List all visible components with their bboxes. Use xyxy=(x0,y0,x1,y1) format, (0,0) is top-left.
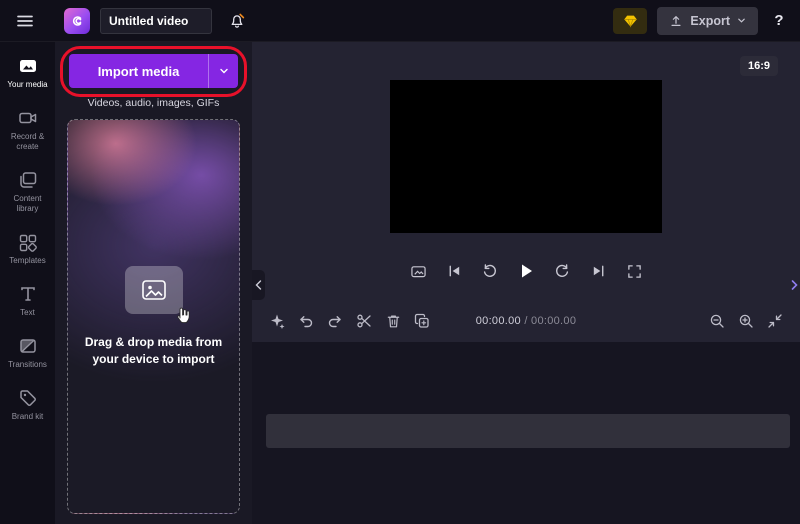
gem-icon xyxy=(623,14,638,28)
forward-1s-button[interactable] xyxy=(551,260,573,282)
upgrade-premium-button[interactable] xyxy=(613,8,647,34)
collapse-arrows-icon xyxy=(767,313,783,329)
sidebar-label: Templates xyxy=(9,256,45,266)
import-media-button[interactable]: Import media xyxy=(69,54,238,88)
delete-button[interactable] xyxy=(382,310,404,332)
content-library-icon xyxy=(17,170,39,190)
undo-button[interactable] xyxy=(295,310,317,332)
top-bar: Export ? xyxy=(0,0,800,42)
export-button[interactable]: Export xyxy=(657,7,758,35)
chevron-right-icon xyxy=(791,280,798,290)
hand-cursor-icon xyxy=(173,304,193,326)
brand-kit-icon xyxy=(17,388,39,408)
zoom-out-button[interactable] xyxy=(706,310,728,332)
timeline-toolbar: 00:00.00 / 00:00.00 xyxy=(252,300,800,342)
snapshot-icon xyxy=(410,264,427,279)
magic-tools-button[interactable] xyxy=(266,310,288,332)
skip-to-start-button[interactable] xyxy=(443,260,465,282)
total-time: / 00:00.00 xyxy=(524,315,576,327)
bell-off-icon xyxy=(228,12,246,30)
sidebar-item-brand-kit[interactable]: Brand kit xyxy=(0,380,55,430)
rewind-arrow-icon xyxy=(482,263,498,279)
sidebar-label: Content library xyxy=(3,194,53,214)
clipchamp-logo xyxy=(64,8,90,34)
scissors-icon xyxy=(356,313,372,329)
zoom-in-button[interactable] xyxy=(735,310,757,332)
sidebar-label: Brand kit xyxy=(12,412,44,422)
zoom-out-icon xyxy=(709,313,725,329)
hamburger-icon xyxy=(16,12,34,30)
media-dropzone[interactable]: Drag & drop media from your device to im… xyxy=(67,119,240,514)
skip-back-icon xyxy=(447,264,462,278)
project-title-input[interactable] xyxy=(100,8,212,34)
notifications-off-button[interactable] xyxy=(222,6,252,36)
sidebar-item-transitions[interactable]: Transitions xyxy=(0,328,55,378)
image-icon xyxy=(141,278,167,302)
duplicate-icon xyxy=(414,313,430,329)
timeline-timecode: 00:00.00 / 00:00.00 xyxy=(476,315,577,327)
chevron-down-icon xyxy=(737,16,746,25)
sidebar-label: Record & create xyxy=(3,132,53,152)
skip-forward-icon xyxy=(591,264,606,278)
templates-icon xyxy=(17,232,39,252)
play-button[interactable] xyxy=(515,260,537,282)
transitions-icon xyxy=(17,336,39,356)
undo-icon xyxy=(298,314,314,328)
duplicate-button[interactable] xyxy=(411,310,433,332)
snapshot-button[interactable] xyxy=(407,260,429,282)
dropzone-image-thumb xyxy=(125,266,183,314)
play-icon xyxy=(517,262,535,280)
clipchamp-editor: Export ? Your media Record & create xyxy=(0,0,800,524)
import-media-label: Import media xyxy=(69,64,208,79)
playback-controls xyxy=(252,260,800,282)
sidebar-item-templates[interactable]: Templates xyxy=(0,224,55,274)
text-icon xyxy=(17,284,39,304)
sidebar-label: Your media xyxy=(7,80,47,90)
chevron-down-icon xyxy=(219,66,229,76)
chevron-left-icon xyxy=(255,280,262,290)
your-media-icon xyxy=(17,56,39,76)
zoom-fit-button[interactable] xyxy=(764,310,786,332)
editor-stage: 16:9 xyxy=(252,42,800,524)
sidebar-item-content-library[interactable]: Content library xyxy=(0,162,55,222)
export-button-label: Export xyxy=(690,14,730,28)
split-button[interactable] xyxy=(353,310,375,332)
fullscreen-icon xyxy=(627,264,642,279)
timeline-tracks[interactable] xyxy=(252,342,800,524)
redo-button[interactable] xyxy=(324,310,346,332)
skip-to-end-button[interactable] xyxy=(587,260,609,282)
record-create-icon xyxy=(17,108,39,128)
trash-icon xyxy=(386,313,401,329)
dropzone-instruction: Drag & drop media from your device to im… xyxy=(79,334,229,366)
sidebar-item-text[interactable]: Text xyxy=(0,276,55,326)
empty-timeline-track[interactable] xyxy=(266,414,790,448)
fullscreen-button[interactable] xyxy=(623,260,645,282)
collapse-panel-button[interactable] xyxy=(252,270,265,300)
redo-icon xyxy=(327,314,343,328)
rewind-1s-button[interactable] xyxy=(479,260,501,282)
expand-right-panel-button[interactable] xyxy=(789,270,800,300)
help-button[interactable]: ? xyxy=(768,12,790,29)
sidebar-item-record-create[interactable]: Record & create xyxy=(0,100,55,160)
video-canvas[interactable] xyxy=(390,80,662,233)
sidebar-item-your-media[interactable]: Your media xyxy=(0,48,55,98)
video-preview-area: 16:9 xyxy=(252,42,800,300)
sparkle-icon xyxy=(269,313,285,329)
aspect-ratio-badge[interactable]: 16:9 xyxy=(740,56,778,76)
current-time: 00:00.00 xyxy=(476,315,521,327)
sidebar-label: Text xyxy=(20,308,35,318)
export-up-icon xyxy=(669,14,683,28)
hamburger-menu-button[interactable] xyxy=(10,6,40,36)
zoom-in-icon xyxy=(738,313,754,329)
supported-formats-caption: Videos, audio, images, GIFs xyxy=(67,97,240,109)
sidebar-label: Transitions xyxy=(8,360,47,370)
your-media-panel: Import media Videos, audio, images, GIFs xyxy=(55,42,252,524)
forward-arrow-icon xyxy=(554,263,570,279)
clipchamp-logo-icon xyxy=(70,14,84,28)
left-sidebar: Your media Record & create Content libra… xyxy=(0,42,55,524)
import-media-dropdown[interactable] xyxy=(208,54,238,88)
